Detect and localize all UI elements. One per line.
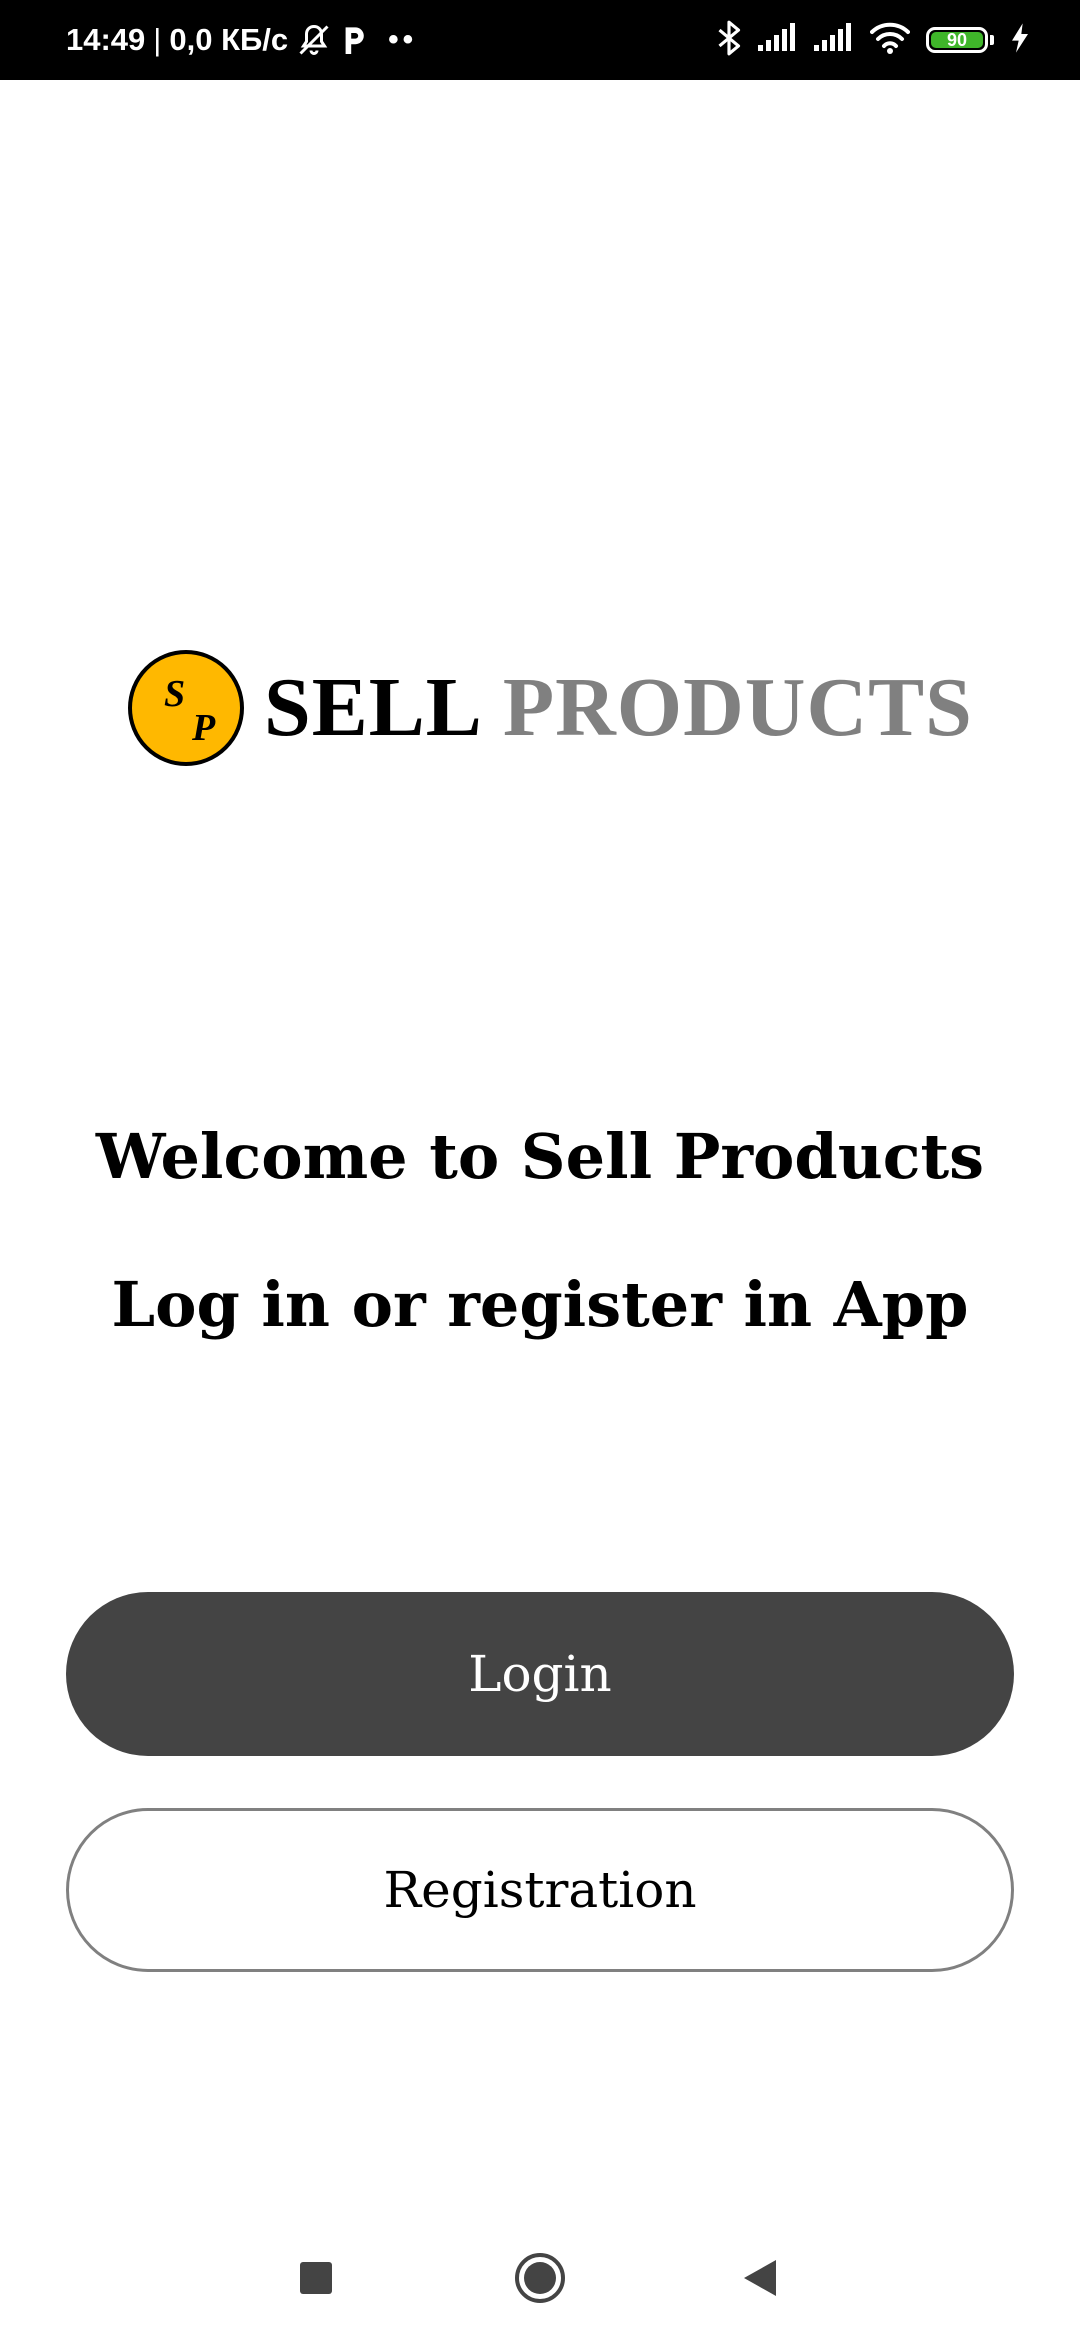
recents-icon <box>299 2261 333 2299</box>
battery-level: 90 <box>946 29 968 50</box>
back-icon <box>742 2258 778 2302</box>
logo-wordmark: SELL PRODUCTS <box>264 666 973 750</box>
status-time: 14:49 <box>66 22 146 57</box>
status-bar-right: 90 <box>716 0 1030 80</box>
welcome-subtitle: Log in or register in App <box>111 1268 969 1341</box>
network-speed: 0,0 КБ/с <box>169 22 289 57</box>
registration-button[interactable]: Registration <box>66 1808 1014 1972</box>
logo-monogram-p: P <box>192 707 216 749</box>
logo-word-sell: SELL <box>264 661 483 754</box>
logo-monogram-s: S <box>164 673 186 715</box>
system-nav-bar <box>0 2220 1080 2340</box>
status-bar-left: 14:49 | 0,0 КБ/с •• <box>66 0 417 80</box>
home-icon <box>514 2252 566 2308</box>
wifi-icon <box>870 22 910 58</box>
bluetooth-icon <box>716 19 742 61</box>
back-button[interactable] <box>728 2248 792 2312</box>
status-separator: | <box>153 22 162 57</box>
app-logo: S P SELL PRODUCTS <box>128 648 973 768</box>
logo-emblem: S P <box>128 650 244 766</box>
recents-button[interactable] <box>284 2248 348 2312</box>
home-button[interactable] <box>508 2248 572 2312</box>
welcome-screen: 14:49 | 0,0 КБ/с •• 90 S P SELL PRODUCTS… <box>0 0 1080 2340</box>
logo-word-products: PRODUCTS <box>502 661 973 754</box>
charging-icon <box>1010 22 1030 58</box>
status-bar: 14:49 | 0,0 КБ/с •• 90 <box>0 0 1080 80</box>
signal-icon <box>758 23 798 57</box>
battery-tip <box>990 35 994 45</box>
welcome-title: Welcome to Sell Products <box>95 1120 985 1193</box>
battery-icon: 90 <box>926 27 988 53</box>
overflow-dots: •• <box>388 23 418 56</box>
bell-off-icon <box>296 22 332 58</box>
signal-icon <box>814 23 854 57</box>
login-button[interactable]: Login <box>66 1592 1014 1756</box>
parking-icon <box>340 23 368 57</box>
